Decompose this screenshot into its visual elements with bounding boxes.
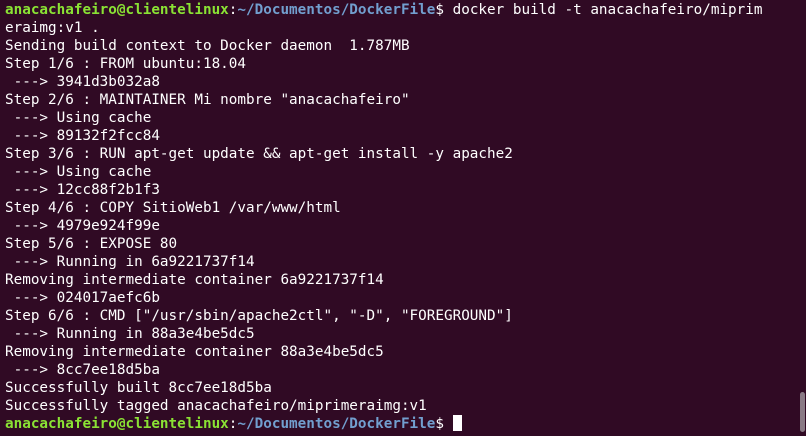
- command-text: docker build -t anacachafeiro/miprim: [452, 2, 763, 18]
- output-line: Removing intermediate container 6a922173…: [5, 272, 384, 288]
- output-line: ---> 4979e924f99e: [5, 218, 160, 234]
- prompt-path: ~/Documentos/DockerFile: [237, 2, 436, 18]
- output-line: Sending build context to Docker daemon 1…: [5, 38, 410, 54]
- output-line: Step 5/6 : EXPOSE 80: [5, 236, 178, 252]
- output-line: Step 2/6 : MAINTAINER Mi nombre "anacach…: [5, 92, 410, 108]
- terminal-window[interactable]: anacachafeiro@clientelinux:~/Documentos/…: [0, 0, 806, 436]
- output-line: Successfully built 8cc7ee18d5ba: [5, 380, 272, 396]
- prompt-user-host: anacachafeiro@clientelinux: [5, 2, 229, 18]
- output-line: ---> Running in 6a9221737f14: [5, 254, 255, 270]
- prompt-symbol: $: [435, 2, 453, 18]
- output-line: ---> 8cc7ee18d5ba: [5, 362, 160, 378]
- output-line: ---> 89132f2fcc84: [5, 128, 160, 144]
- output-line: ---> 3941d3b032a8: [5, 74, 160, 90]
- output-line: ---> Running in 88a3e4be5dc5: [5, 326, 255, 342]
- output-line: Step 4/6 : COPY SitioWeb1 /var/www/html: [5, 200, 341, 216]
- text-cursor: [452, 415, 462, 431]
- command-line: anacachafeiro@clientelinux:~/Documentos/…: [5, 1, 806, 19]
- active-prompt-line[interactable]: anacachafeiro@clientelinux:~/Documentos/…: [5, 415, 806, 433]
- output-line: Removing intermediate container 88a3e4be…: [5, 344, 384, 360]
- output-line: ---> 024017aefc6b: [5, 290, 160, 306]
- output-line: ---> 12cc88f2b1f3: [5, 182, 160, 198]
- scrollbar-thumb[interactable]: [800, 392, 805, 432]
- output-line: Step 3/6 : RUN apt-get update && apt-get…: [5, 146, 513, 162]
- output-line: Step 1/6 : FROM ubuntu:18.04: [5, 56, 247, 72]
- output-line: Step 6/6 : CMD ["/usr/sbin/apache2ctl", …: [5, 308, 513, 324]
- command-line-wrap: eraimg:v1 .: [5, 20, 100, 36]
- output-line: ---> Using cache: [5, 110, 152, 126]
- prompt-path: ~/Documentos/DockerFile: [237, 416, 436, 432]
- prompt-user-host: anacachafeiro@clientelinux: [5, 416, 229, 432]
- scrollbar[interactable]: [800, 0, 806, 436]
- prompt-symbol: $: [435, 416, 453, 432]
- output-line: ---> Using cache: [5, 164, 152, 180]
- output-line: Successfully tagged anacachafeiro/miprim…: [5, 398, 427, 414]
